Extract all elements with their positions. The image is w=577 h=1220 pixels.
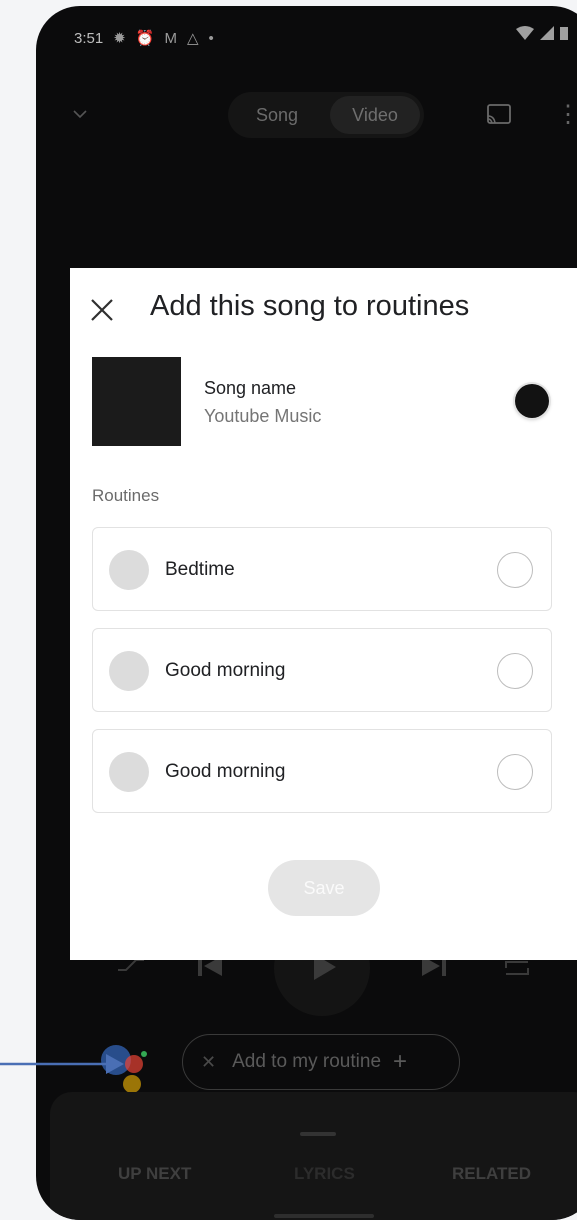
toggle-video[interactable]: Video [330,96,420,134]
status-bar: 3:51 ✹ ⏰ M △ • [74,28,577,48]
gmail-icon: M [164,29,177,47]
routine-radio[interactable] [497,552,533,588]
toggle-song[interactable]: Song [232,96,322,134]
status-time: 3:51 [74,29,104,47]
song-artist: Youtube Music [204,406,322,426]
cast-icon[interactable] [484,102,514,128]
drive-icon: △ [186,30,199,47]
tab-up-next[interactable]: UP NEXT [118,1164,191,1184]
tab-lyrics[interactable]: LYRICS [294,1164,355,1184]
status-right [516,26,568,40]
routine-radio[interactable] [497,653,533,689]
routine-avatar [109,752,149,792]
routine-radio[interactable] [497,754,533,790]
settings-icon: ✹ [113,30,126,47]
routine-item[interactable]: Good morning [92,628,552,712]
routine-item[interactable]: Good morning [92,729,552,813]
close-icon[interactable] [88,296,116,324]
player-top-bar: Song Video ⋮ [36,86,577,146]
add-to-routines-dialog: Add this song to routines Song name Yout… [70,268,577,960]
song-video-toggle: Song Video [228,92,424,138]
song-selected-radio[interactable] [515,384,549,418]
annotation-arrow [0,1054,124,1074]
bottom-tabs: UP NEXT LYRICS RELATED [36,1164,577,1190]
routine-chip-label: Add to my routine [232,1051,382,1072]
dot-icon: • [208,29,214,47]
tab-related[interactable]: RELATED [452,1164,531,1184]
home-indicator [274,1214,374,1218]
routine-avatar [109,651,149,691]
routine-item[interactable]: Bedtime [92,527,552,611]
sheet-handle[interactable] [300,1132,336,1136]
routine-label: Good morning [165,660,286,681]
album-art [92,357,181,446]
routine-label: Good morning [165,761,286,782]
plus-icon: + [393,1048,408,1075]
wifi-icon [516,26,534,40]
dialog-title: Add this song to routines [150,290,470,322]
add-to-routine-chip[interactable]: ✕ Add to my routine + [182,1034,460,1090]
battery-icon [560,27,568,40]
song-name: Song name [204,378,297,398]
routine-avatar [109,550,149,590]
signal-icon [540,26,554,40]
repeat-icon[interactable] [502,958,532,978]
more-options-icon[interactable]: ⋮ [556,100,577,129]
alarm-icon: ⏰ [135,30,155,47]
dismiss-chip-icon[interactable]: ✕ [201,1052,216,1073]
bottom-sheet [50,1092,577,1220]
routine-label: Bedtime [165,559,235,580]
routines-section-label: Routines [92,486,160,505]
chevron-down-icon[interactable] [72,106,88,122]
save-button[interactable]: Save [268,860,380,916]
